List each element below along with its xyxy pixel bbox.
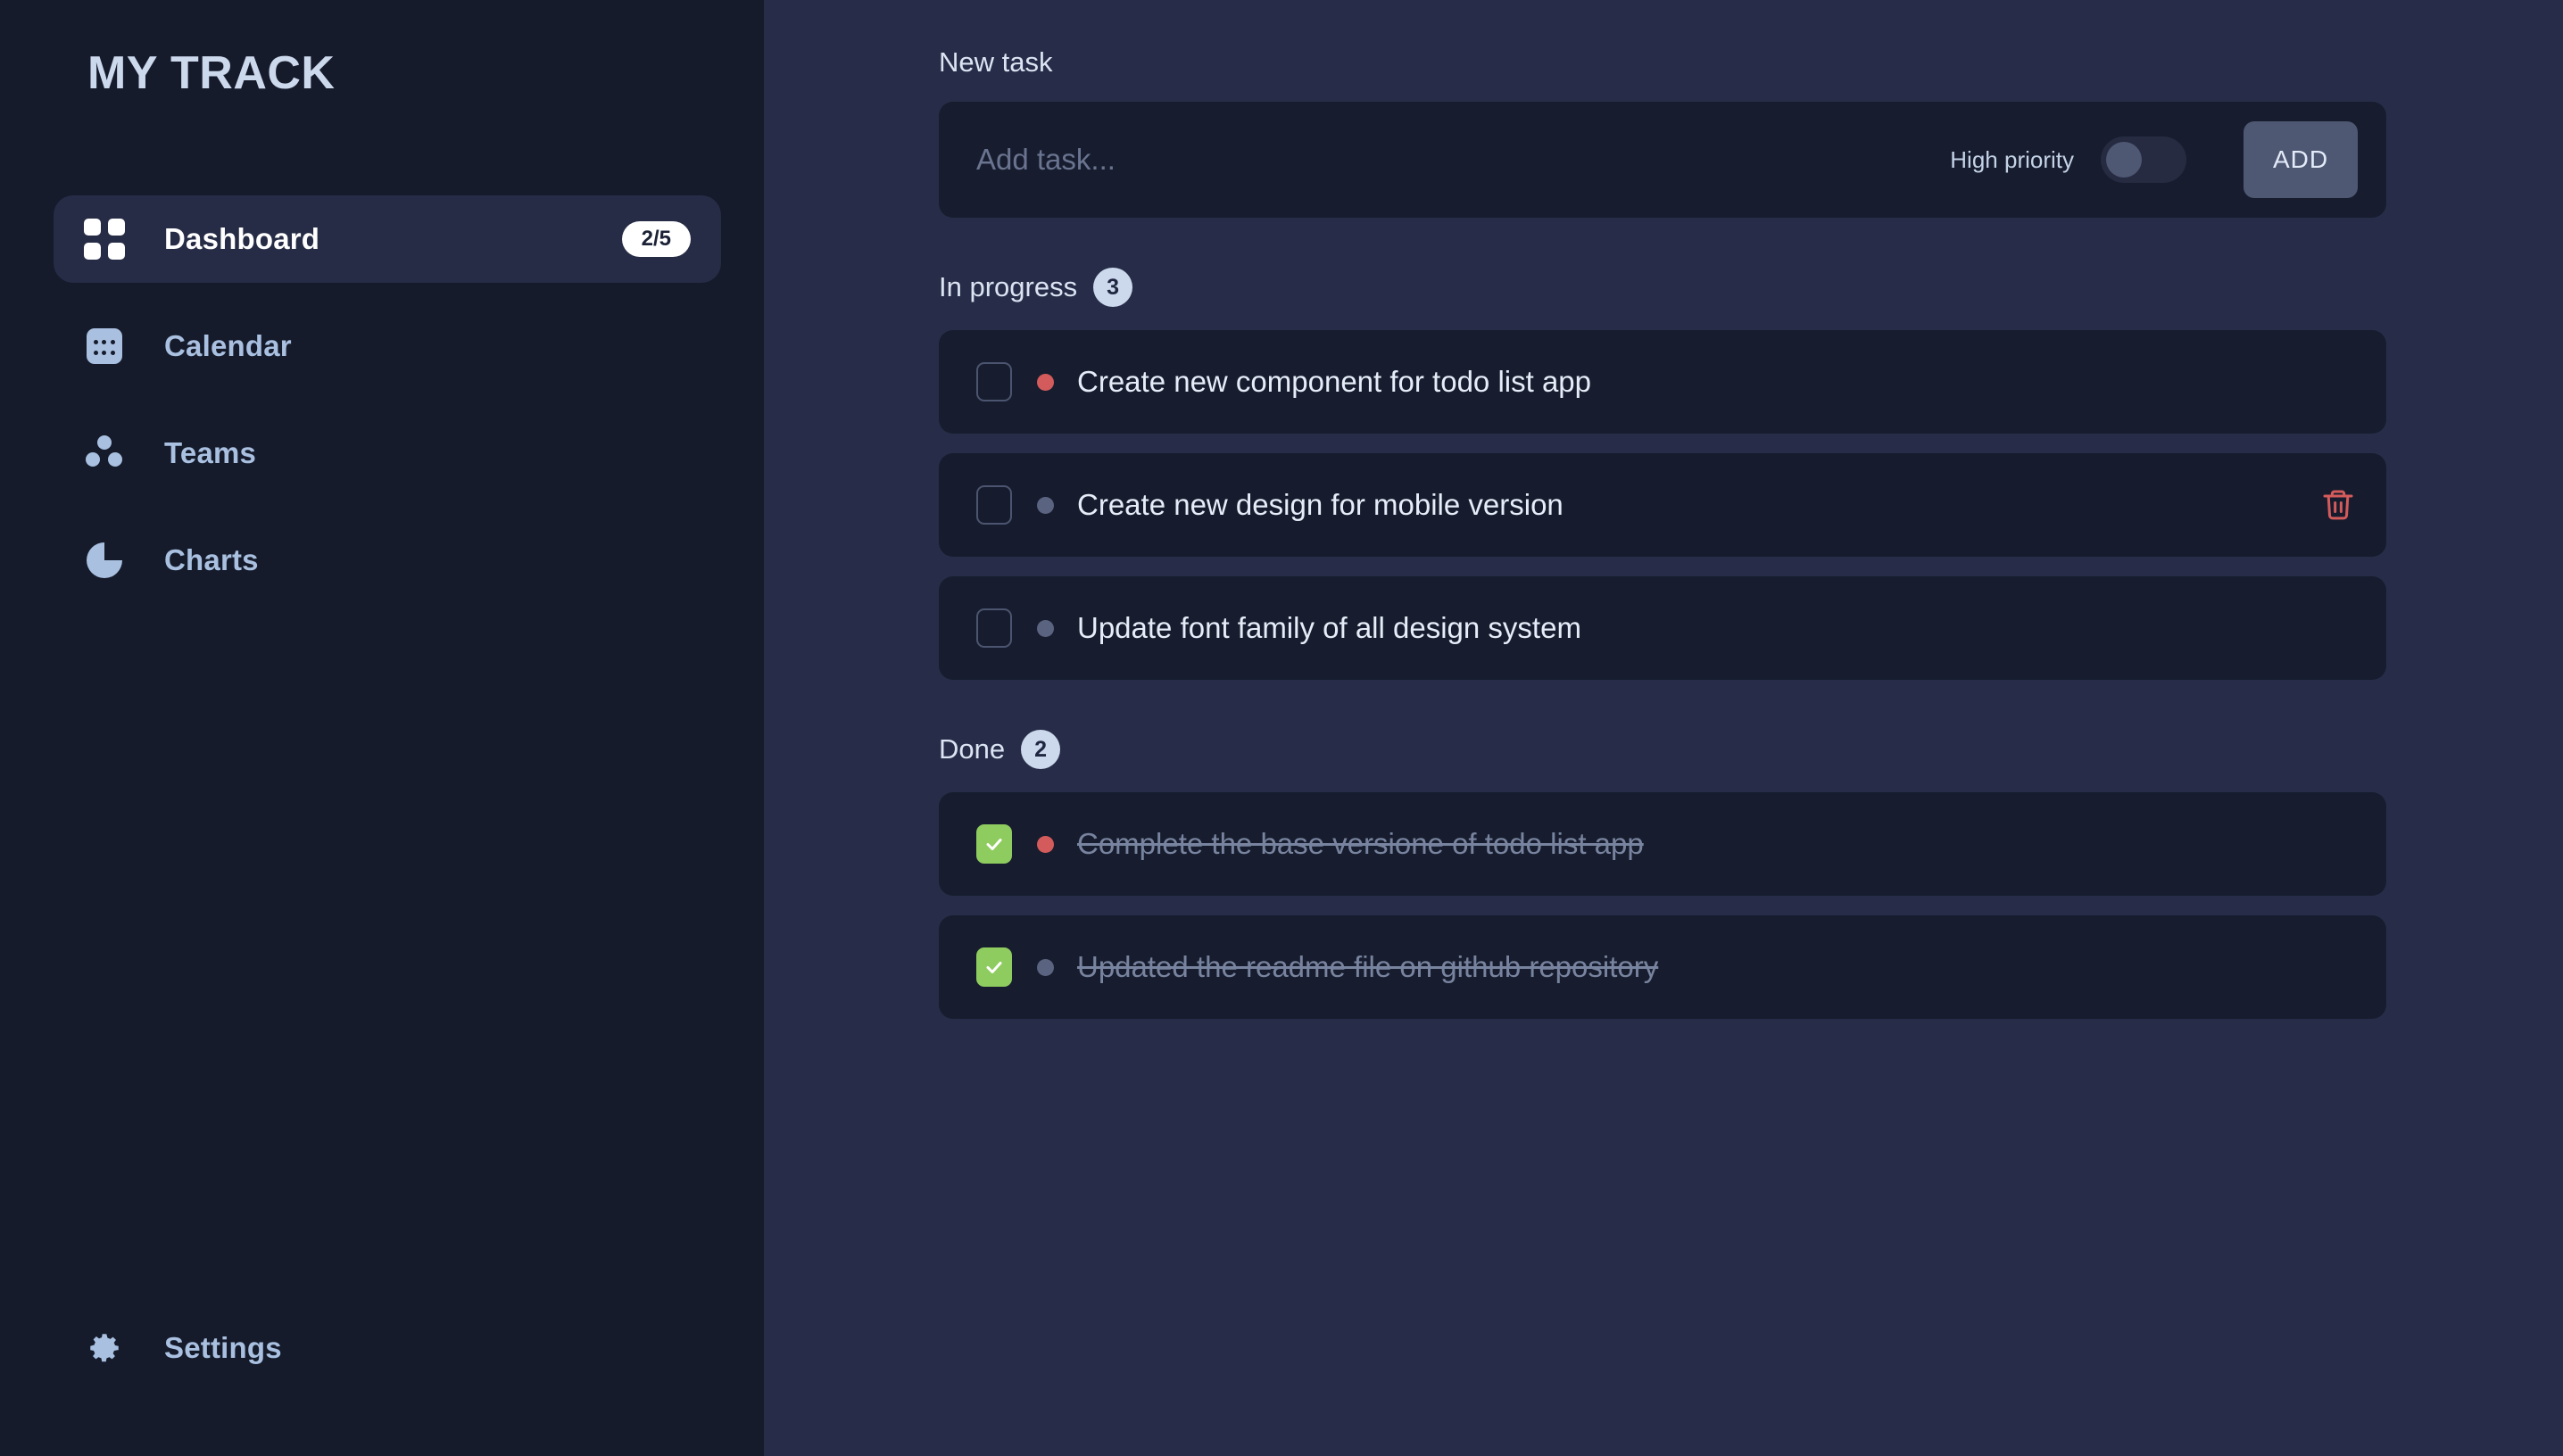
app-title: MY TRACK [87, 47, 336, 99]
sidebar-item-charts[interactable]: Charts [54, 517, 721, 604]
app-root: MY TRACK Dashboard 2/5 Calendar Teams Ch… [0, 0, 2563, 1456]
task-label: Complete the base versione of todo list … [1077, 827, 1644, 860]
sidebar-footer-label: Settings [164, 1331, 282, 1364]
task-row[interactable]: Create new design for mobile version [939, 453, 2386, 557]
section-title-text: Done [939, 733, 1006, 765]
sidebar-item-label: Charts [164, 543, 259, 576]
high-priority-label: High priority [1950, 145, 2074, 173]
task-row[interactable]: Update font family of all design system [939, 576, 2386, 680]
task-label: Updated the readme file on github reposi… [1077, 950, 1659, 983]
calendar-icon [84, 326, 125, 367]
task-label: Create new component for todo list app [1077, 365, 1592, 398]
in-progress-count-badge: 3 [1093, 268, 1133, 307]
task-checkbox[interactable] [976, 485, 1012, 525]
add-task-input[interactable] [976, 143, 1951, 177]
task-checkbox[interactable] [976, 824, 1012, 864]
task-row[interactable]: Create new component for todo list app [939, 330, 2386, 434]
high-priority-toggle[interactable] [2101, 136, 2186, 183]
new-task-composer: High priority ADD [939, 102, 2386, 218]
sidebar-footer: Settings [0, 1304, 764, 1392]
done-heading: Done 2 [939, 730, 2386, 769]
new-task-heading: New task [939, 46, 2386, 79]
priority-dot [1037, 496, 1054, 514]
task-label: Create new design for mobile version [1077, 488, 1564, 521]
sidebar-item-label: Calendar [164, 329, 292, 362]
add-task-button[interactable]: ADD [2244, 121, 2358, 198]
done-count-badge: 2 [1021, 730, 1061, 769]
priority-dot [1037, 619, 1054, 637]
gear-icon [84, 1328, 125, 1369]
pie-chart-icon [84, 540, 125, 581]
toggle-knob [2106, 142, 2142, 178]
sidebar-nav: Dashboard 2/5 Calendar Teams Charts [0, 195, 764, 604]
delete-task-icon[interactable] [2320, 487, 2356, 523]
dashboard-progress-badge: 2/5 [621, 221, 691, 257]
main-panel: New task High priority ADD In progress 3… [764, 0, 2563, 1456]
done-task-list: Complete the base versione of todo list … [939, 792, 2386, 1019]
sidebar-item-calendar[interactable]: Calendar [54, 302, 721, 390]
sidebar-item-settings[interactable]: Settings [54, 1304, 721, 1392]
task-row[interactable]: Updated the readme file on github reposi… [939, 915, 2386, 1019]
task-checkbox[interactable] [976, 947, 1012, 987]
task-label: Update font family of all design system [1077, 611, 1581, 644]
sidebar-item-teams[interactable]: Teams [54, 410, 721, 497]
task-row[interactable]: Complete the base versione of todo list … [939, 792, 2386, 896]
priority-dot [1037, 835, 1054, 853]
task-checkbox[interactable] [976, 362, 1012, 401]
sidebar-item-dashboard[interactable]: Dashboard 2/5 [54, 195, 721, 283]
priority-dot [1037, 958, 1054, 976]
priority-dot [1037, 373, 1054, 391]
new-task-title: New task [939, 46, 1053, 78]
sidebar: MY TRACK Dashboard 2/5 Calendar Teams Ch… [0, 0, 764, 1456]
in-progress-heading: In progress 3 [939, 268, 2386, 307]
section-title-text: In progress [939, 271, 1078, 302]
grid-icon [84, 219, 125, 260]
teams-icon [84, 433, 125, 474]
in-progress-task-list: Create new component for todo list app C… [939, 330, 2386, 680]
sidebar-item-label: Dashboard [164, 222, 320, 255]
sidebar-item-label: Teams [164, 436, 257, 469]
task-checkbox[interactable] [976, 608, 1012, 648]
